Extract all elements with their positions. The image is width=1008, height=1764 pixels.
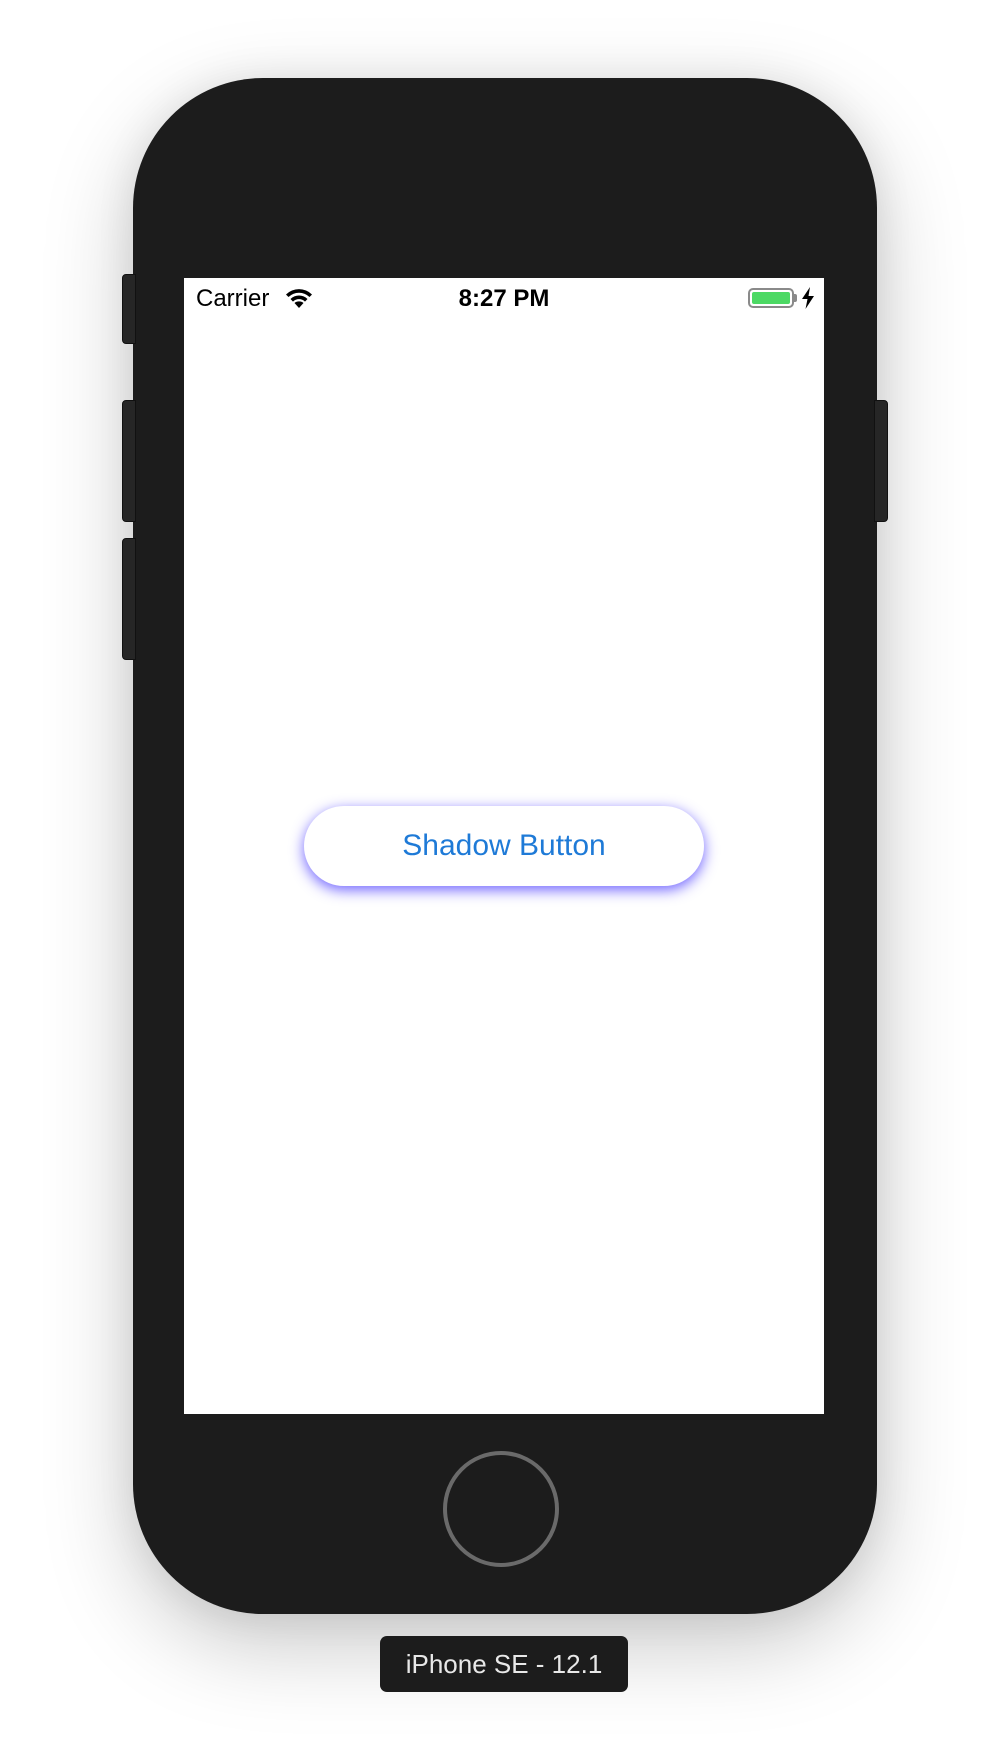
device-label: iPhone SE - 12.1 <box>380 1636 628 1692</box>
battery-cap <box>794 294 797 302</box>
battery-icon <box>748 288 794 308</box>
charging-bolt-icon <box>802 287 814 309</box>
device-label-text: iPhone SE - 12.1 <box>405 1648 603 1679</box>
volume-down-button[interactable] <box>122 538 136 660</box>
volume-up-button[interactable] <box>122 400 136 522</box>
status-bar: Carrier 8:27 PM <box>184 278 824 318</box>
shadow-button[interactable]: Shadow Button <box>304 806 704 886</box>
mute-switch[interactable] <box>122 274 136 344</box>
power-button[interactable] <box>874 400 888 522</box>
clock-time: 8:27 PM <box>458 285 550 312</box>
battery-level-fill <box>752 292 790 304</box>
device-screen: Carrier 8:27 PM Shadow Button <box>184 278 824 1414</box>
home-button-icon[interactable] <box>443 1451 559 1567</box>
shadow-button-label: Shadow Button <box>402 829 606 862</box>
